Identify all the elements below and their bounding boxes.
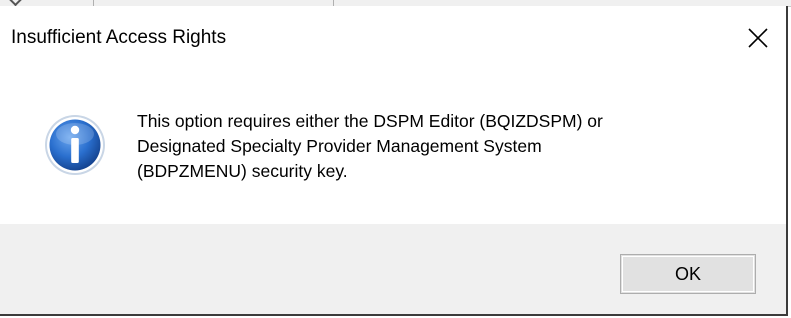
close-button[interactable] [730, 6, 786, 66]
dialog-content: This option requires either the DSPM Edi… [0, 76, 786, 224]
dialog-title: Insufficient Access Rights [11, 27, 227, 48]
message-line: (BDPZMENU) security key. [137, 161, 348, 181]
dialog-footer: OK [0, 224, 786, 314]
message-line: This option requires either the DSPM Edi… [137, 111, 603, 131]
message-line: Designated Specialty Provider Management… [137, 136, 542, 156]
close-icon [748, 28, 768, 48]
dialog-message: This option requires either the DSPM Edi… [137, 109, 757, 184]
dialog-titlebar: Insufficient Access Rights [0, 6, 786, 76]
message-dialog: Insufficient Access Rights This option r… [0, 6, 788, 316]
information-icon [45, 115, 105, 175]
ok-button[interactable]: OK [620, 254, 756, 294]
screen: Insufficient Access Rights This option r… [0, 0, 791, 318]
